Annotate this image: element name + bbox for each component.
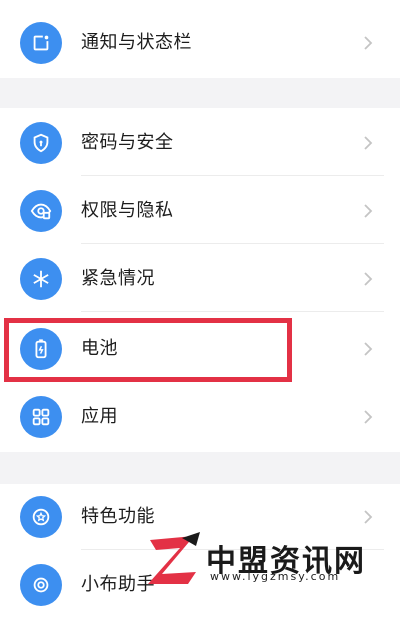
chevron-right-icon <box>364 136 373 150</box>
watermark-logo-icon <box>148 532 200 584</box>
section-divider <box>0 78 400 108</box>
settings-item-notifications[interactable]: 通知与状态栏 <box>0 10 400 76</box>
settings-item-apps[interactable]: 应用 <box>0 384 400 450</box>
settings-item-label: 紧急情况 <box>81 268 155 289</box>
special-features-icon <box>20 496 62 538</box>
apps-grid-icon <box>20 396 62 438</box>
row-divider <box>81 175 384 176</box>
chevron-right-icon <box>364 36 373 50</box>
row-divider <box>81 243 384 244</box>
chevron-right-icon <box>364 204 373 218</box>
settings-item-permissions-privacy[interactable]: 权限与隐私 <box>0 178 400 244</box>
chevron-right-icon <box>364 272 373 286</box>
chevron-right-icon <box>364 410 373 424</box>
row-divider <box>81 311 384 312</box>
emergency-icon <box>20 258 62 300</box>
settings-item-label: 电池 <box>81 338 118 359</box>
chevron-right-icon <box>364 510 373 524</box>
settings-item-emergency[interactable]: 紧急情况 <box>0 246 400 312</box>
notification-icon <box>20 22 62 64</box>
section-divider <box>0 452 400 484</box>
chevron-right-icon <box>364 342 373 356</box>
shield-icon <box>20 122 62 164</box>
settings-page: 通知与状态栏 密码与安全 权限与隐私 紧急情况 电池 应用 特色功能 小布助手 … <box>0 0 400 606</box>
watermark-url: www.lygzmsy.com <box>210 570 341 583</box>
settings-item-label: 权限与隐私 <box>81 200 174 221</box>
settings-item-label: 密码与安全 <box>81 132 174 153</box>
battery-icon <box>20 328 62 370</box>
settings-item-battery[interactable]: 电池 <box>0 316 400 382</box>
settings-item-password-security[interactable]: 密码与安全 <box>0 110 400 176</box>
settings-item-label: 通知与状态栏 <box>81 32 192 53</box>
assistant-icon <box>20 564 62 606</box>
settings-item-label: 应用 <box>81 406 118 427</box>
watermark: 中盟资讯网 www.lygzmsy.com <box>142 528 394 590</box>
privacy-icon <box>20 190 62 232</box>
